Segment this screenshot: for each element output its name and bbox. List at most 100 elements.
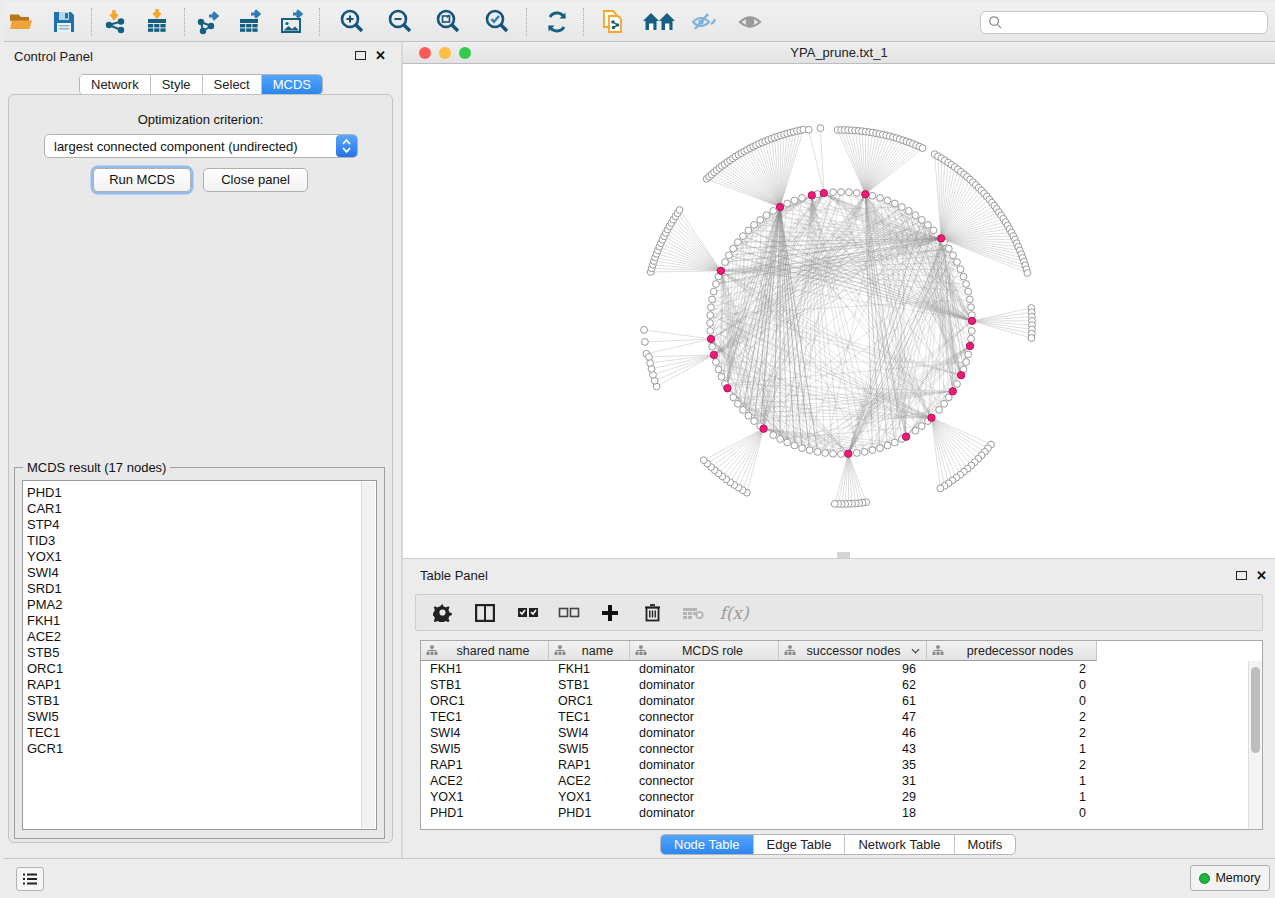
status-bar: Memory xyxy=(4,858,1275,892)
delete-table-icon xyxy=(681,601,705,625)
result-item[interactable]: SRD1 xyxy=(27,581,358,597)
split-columns-icon[interactable] xyxy=(473,601,497,625)
tab-select[interactable]: Select xyxy=(203,75,262,94)
refresh-layout-icon[interactable] xyxy=(540,6,574,38)
result-item[interactable]: GCR1 xyxy=(27,741,358,757)
main-toolbar xyxy=(4,2,1275,42)
result-item[interactable]: PHD1 xyxy=(27,485,358,501)
tab-motifs[interactable]: Motifs xyxy=(955,835,1016,854)
table-row[interactable]: SWI4SWI4dominator462 xyxy=(421,725,1262,741)
tab-mcds[interactable]: MCDS xyxy=(262,75,322,94)
first-neighbors-icon[interactable] xyxy=(642,6,676,38)
column-header-MCDS-role[interactable]: MCDS role xyxy=(630,641,779,661)
export-image-icon[interactable] xyxy=(275,6,309,38)
import-table-icon[interactable] xyxy=(140,6,174,38)
result-item[interactable]: ACE2 xyxy=(27,629,358,645)
close-table-panel-icon[interactable]: ✕ xyxy=(1256,570,1267,581)
mcds-result-list[interactable]: PHD1CAR1STP4TID3YOX1SWI4SRD1PMA2FKH1ACE2… xyxy=(22,480,377,830)
list-scrollbar[interactable] xyxy=(361,482,375,828)
zoom-in-icon[interactable] xyxy=(335,6,369,38)
sort-icon xyxy=(911,648,920,654)
optimization-dropdown[interactable]: largest connected component (undirected) xyxy=(44,134,358,158)
tab-edge-table[interactable]: Edge Table xyxy=(754,835,846,854)
result-item[interactable]: FKH1 xyxy=(27,613,358,629)
float-table-panel-icon[interactable] xyxy=(1236,571,1247,580)
export-table-icon[interactable] xyxy=(233,6,267,38)
table-row[interactable]: SWI5SWI5connector431 xyxy=(421,741,1262,757)
result-item[interactable]: TID3 xyxy=(27,533,358,549)
float-panel-icon[interactable] xyxy=(355,51,366,60)
search-input[interactable] xyxy=(1003,16,1267,30)
table-row[interactable]: YOX1YOX1connector291 xyxy=(421,789,1262,805)
tab-network[interactable]: Network xyxy=(80,75,151,94)
search-box[interactable] xyxy=(980,11,1268,34)
gear-icon[interactable] xyxy=(430,601,454,625)
table-row[interactable]: ACE2ACE2connector311 xyxy=(421,773,1262,789)
table-row[interactable]: RAP1RAP1dominator352 xyxy=(421,757,1262,773)
table-panel-title: Table Panel xyxy=(420,568,488,583)
column-header-predecessor-nodes[interactable]: predecessor nodes xyxy=(927,641,1097,661)
clone-network-icon[interactable] xyxy=(596,6,630,38)
optimization-label: Optimization criterion: xyxy=(0,112,401,127)
zoom-fit-icon[interactable] xyxy=(431,6,465,38)
tree-icon xyxy=(426,645,438,656)
table-row[interactable]: ORC1ORC1dominator610 xyxy=(421,693,1262,709)
column-header-shared-name[interactable]: shared name xyxy=(421,641,549,661)
tab-network-table[interactable]: Network Table xyxy=(845,835,954,854)
unselect-all-icon[interactable] xyxy=(557,601,581,625)
function-builder-icon: f(x) xyxy=(722,601,746,625)
result-item[interactable]: SWI5 xyxy=(27,709,358,725)
delete-column-icon[interactable] xyxy=(640,601,664,625)
result-item[interactable]: YOX1 xyxy=(27,549,358,565)
table-row[interactable]: FKH1FKH1dominator962 xyxy=(421,661,1262,677)
result-item[interactable]: CAR1 xyxy=(27,501,358,517)
export-network-icon[interactable] xyxy=(191,6,225,38)
show-all-icon[interactable] xyxy=(734,6,768,38)
table-row[interactable]: STB1STB1dominator620 xyxy=(421,677,1262,693)
node-table[interactable]: shared namenameMCDS rolesuccessor nodesp… xyxy=(420,640,1263,830)
table-row[interactable]: PHD1PHD1dominator180 xyxy=(421,805,1262,821)
search-icon xyxy=(988,15,1003,30)
add-column-icon[interactable] xyxy=(598,601,622,625)
tree-icon xyxy=(635,645,647,656)
memory-status-icon xyxy=(1199,873,1210,884)
table-scrollbar[interactable] xyxy=(1248,661,1262,829)
list-icon xyxy=(22,872,38,886)
zoom-selected-icon[interactable] xyxy=(480,6,514,38)
table-row[interactable]: TEC1TEC1connector472 xyxy=(421,709,1262,725)
result-item[interactable]: ORC1 xyxy=(27,661,358,677)
result-item[interactable]: STB5 xyxy=(27,645,358,661)
select-all-icon[interactable] xyxy=(516,601,540,625)
memory-button[interactable]: Memory xyxy=(1190,865,1270,891)
save-icon[interactable] xyxy=(47,6,81,38)
task-history-button[interactable] xyxy=(16,867,44,891)
result-item[interactable]: STP4 xyxy=(27,517,358,533)
column-header-successor-nodes[interactable]: successor nodes xyxy=(779,641,927,661)
tree-icon xyxy=(554,645,566,656)
result-item[interactable]: RAP1 xyxy=(27,677,358,693)
column-header-name[interactable]: name xyxy=(549,641,630,661)
tab-style[interactable]: Style xyxy=(151,75,203,94)
result-item[interactable]: TEC1 xyxy=(27,725,358,741)
run-mcds-button[interactable]: Run MCDS xyxy=(93,168,191,192)
result-item[interactable]: STB1 xyxy=(27,693,358,709)
network-window-title: YPA_prune.txt_1 xyxy=(403,45,1275,60)
table-toolbar: f(x) xyxy=(415,594,1263,631)
table-tabs: Node TableEdge TableNetwork TableMotifs xyxy=(660,834,1016,855)
tree-icon xyxy=(932,645,944,656)
network-window-titlebar[interactable]: YPA_prune.txt_1 xyxy=(403,42,1275,64)
hide-selected-icon[interactable] xyxy=(687,6,721,38)
dropdown-stepper-icon xyxy=(336,135,357,157)
mcds-result-title: MCDS result (17 nodes) xyxy=(23,460,170,475)
result-item[interactable]: PMA2 xyxy=(27,597,358,613)
close-panel-icon[interactable]: ✕ xyxy=(375,50,386,61)
tab-node-table[interactable]: Node Table xyxy=(661,835,754,854)
import-network-icon[interactable] xyxy=(98,6,132,38)
open-folder-icon[interactable] xyxy=(4,6,38,38)
close-panel-button[interactable]: Close panel xyxy=(203,168,308,192)
network-graph[interactable] xyxy=(403,64,1275,558)
network-view[interactable] xyxy=(403,64,1275,558)
control-panel-title: Control Panel xyxy=(14,49,93,64)
zoom-out-icon[interactable] xyxy=(383,6,417,38)
result-item[interactable]: SWI4 xyxy=(27,565,358,581)
